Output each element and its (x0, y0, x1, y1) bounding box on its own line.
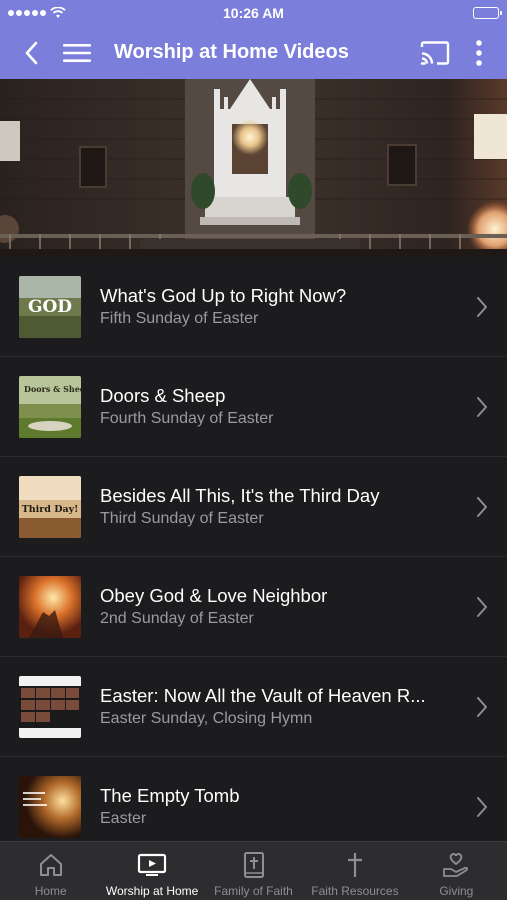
tab-label: Home (34, 884, 67, 898)
home-icon (38, 850, 64, 880)
video-title: What's God Up to Right Now? (100, 285, 347, 306)
item-text: Doors & Sheep Fourth Sunday of Easter (100, 384, 507, 429)
item-text: The Empty Tomb Easter (100, 784, 507, 829)
item-text: Besides All This, It's the Third Day Thi… (100, 484, 507, 529)
tab-label: Family of Faith (214, 884, 293, 898)
chevron-right-icon (477, 696, 487, 717)
cast-icon (420, 40, 450, 65)
video-title: Doors & Sheep (100, 385, 226, 406)
wifi-icon (50, 7, 66, 18)
video-subtitle: Easter (100, 810, 147, 827)
back-button[interactable] (16, 31, 46, 75)
back-arrow-icon (25, 41, 38, 64)
list-item[interactable]: GOD What's God Up to Right Now? Fifth Su… (0, 257, 507, 357)
item-text: Obey God & Love Neighbor 2nd Sunday of E… (100, 584, 507, 629)
video-subtitle: 2nd Sunday of Easter (100, 610, 254, 627)
video-list: GOD What's God Up to Right Now? Fifth Su… (0, 257, 507, 841)
video-title: The Empty Tomb (100, 785, 240, 806)
video-title: Easter: Now All the Vault of Heaven R... (100, 685, 426, 706)
tv-icon (137, 850, 167, 880)
chevron-right-icon (477, 796, 487, 817)
bible-icon (242, 850, 266, 880)
bottom-tab-bar: Home Worship at Home Family of Faith Fai… (0, 841, 507, 900)
more-vert-icon (476, 39, 482, 66)
list-item[interactable]: Doors & Sheep Doors & Sheep Fourth Sunda… (0, 357, 507, 457)
chevron-right-icon (477, 596, 487, 617)
video-thumbnail (19, 575, 81, 638)
thumb-text: GOD (28, 297, 72, 317)
signal-icon (8, 10, 46, 16)
list-item[interactable]: Easter: Now All the Vault of Heaven R...… (0, 657, 507, 757)
video-thumbnail: Third Day! (19, 475, 81, 538)
video-thumbnail (19, 775, 81, 838)
page-title: Worship at Home Videos (114, 41, 349, 63)
item-text: Easter: Now All the Vault of Heaven R...… (100, 684, 507, 729)
app-bar: Worship at Home Videos (0, 26, 507, 79)
tab-home[interactable]: Home (0, 842, 101, 900)
tab-faith-resources[interactable]: Faith Resources (304, 842, 405, 900)
menu-button[interactable] (60, 31, 94, 75)
thumb-text: Doors & Sheep (24, 384, 81, 394)
thumb-text: Third Day! (22, 504, 79, 515)
tab-label: Worship at Home (105, 884, 199, 898)
tab-worship-at-home[interactable]: Worship at Home (101, 842, 202, 900)
video-subtitle: Third Sunday of Easter (100, 510, 264, 527)
chevron-right-icon (477, 396, 487, 417)
list-item[interactable]: Third Day! Besides All This, It's the Th… (0, 457, 507, 557)
status-bar: 10:26 AM (0, 0, 507, 26)
more-options-button[interactable] (467, 31, 491, 75)
hero-church-image (0, 79, 507, 257)
tab-giving[interactable]: Giving (406, 842, 507, 900)
item-text: What's God Up to Right Now? Fifth Sunday… (100, 284, 507, 329)
video-subtitle: Fourth Sunday of Easter (100, 410, 274, 427)
chevron-right-icon (477, 496, 487, 517)
list-item[interactable]: The Empty Tomb Easter (0, 757, 507, 841)
cast-button[interactable] (413, 31, 457, 75)
list-item[interactable]: Obey God & Love Neighbor 2nd Sunday of E… (0, 557, 507, 657)
video-thumbnail (19, 675, 81, 738)
hamburger-icon (63, 43, 91, 62)
giving-hand-icon (441, 850, 471, 880)
video-title: Besides All This, It's the Third Day (100, 485, 380, 506)
video-thumbnail: Doors & Sheep (19, 375, 81, 438)
tab-label: Faith Resources (311, 884, 399, 898)
video-subtitle: Easter Sunday, Closing Hymn (100, 710, 313, 727)
video-title: Obey God & Love Neighbor (100, 585, 328, 606)
video-subtitle: Fifth Sunday of Easter (100, 310, 259, 327)
church-altar-illustration (0, 79, 507, 257)
tab-label: Giving (439, 884, 474, 898)
battery-icon (473, 7, 502, 19)
cross-icon (345, 850, 365, 880)
chevron-right-icon (477, 296, 487, 317)
status-left (8, 7, 66, 19)
tab-family-of-faith[interactable]: Family of Faith (203, 842, 304, 900)
status-time: 10:26 AM (223, 5, 284, 21)
video-thumbnail: GOD (19, 275, 81, 338)
